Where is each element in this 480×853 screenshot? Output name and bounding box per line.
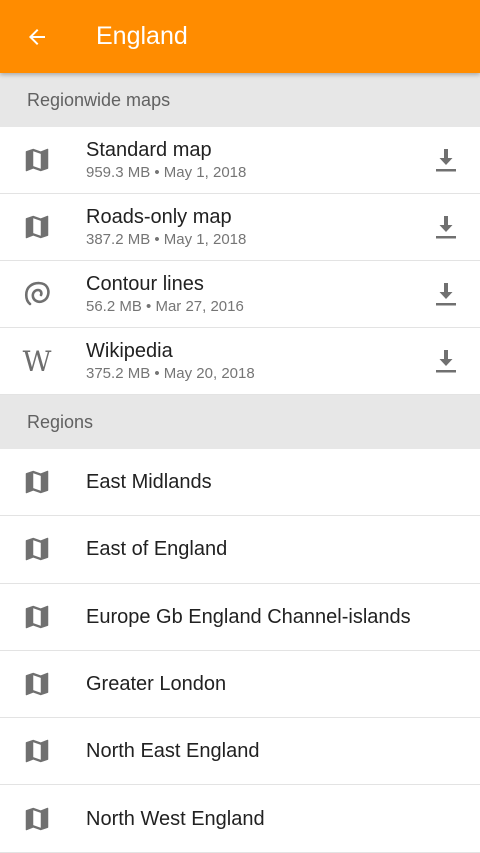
app-bar: England xyxy=(0,0,480,73)
page-title: England xyxy=(96,22,188,50)
region-item-east-midlands[interactable]: East Midlands xyxy=(0,449,480,517)
download-button[interactable] xyxy=(412,261,480,327)
item-title: North West England xyxy=(86,807,265,830)
map-icon xyxy=(0,785,74,851)
content-list: Regionwide maps Standard map 959.3 MB • … xyxy=(0,73,480,853)
contour-icon xyxy=(0,261,74,327)
region-item-greater-london[interactable]: Greater London xyxy=(0,650,480,719)
download-icon xyxy=(436,149,456,172)
map-icon xyxy=(0,651,74,717)
arrow-left-icon xyxy=(28,28,45,45)
item-title: Wikipedia xyxy=(86,339,173,362)
item-subtitle: 387.2 MB • May 1, 2018 xyxy=(86,230,247,248)
map-icon xyxy=(0,718,74,784)
item-title: Greater London xyxy=(86,673,227,696)
map-icon xyxy=(0,127,74,193)
wikipedia-icon: W xyxy=(22,344,52,378)
section-header-regions: Regions xyxy=(0,395,480,449)
map-icon xyxy=(0,584,74,650)
region-item-north-east-england[interactable]: North East England xyxy=(0,718,480,786)
list-item-contour-lines[interactable]: Contour lines 56.2 MB • Mar 27, 2016 xyxy=(0,261,480,328)
download-button[interactable] xyxy=(412,194,480,260)
item-subtitle: 959.3 MB • May 1, 2018 xyxy=(86,163,247,181)
back-button[interactable] xyxy=(0,0,74,73)
map-icon xyxy=(0,194,74,260)
item-title: East Midlands xyxy=(86,471,212,494)
item-subtitle: 56.2 MB • Mar 27, 2016 xyxy=(86,297,244,315)
region-item-channel-islands[interactable]: Europe Gb England Channel-islands xyxy=(0,583,480,651)
map-icon xyxy=(0,516,74,582)
download-button[interactable] xyxy=(412,328,480,394)
item-title: North East England xyxy=(86,740,260,763)
item-title: Contour lines xyxy=(86,272,204,295)
region-item-east-of-england[interactable]: East of England xyxy=(0,516,480,584)
download-icon xyxy=(436,216,456,239)
item-subtitle: 375.2 MB • May 20, 2018 xyxy=(86,364,255,382)
download-icon xyxy=(436,283,456,306)
region-item-north-west-england[interactable]: North West England xyxy=(0,785,480,853)
download-icon xyxy=(436,350,456,373)
item-title: Europe Gb England Channel-islands xyxy=(86,605,411,628)
list-item-wikipedia[interactable]: W Wikipedia 375.2 MB • May 20, 2018 xyxy=(0,328,480,395)
item-title: East of England xyxy=(86,538,228,561)
download-button[interactable] xyxy=(412,127,480,193)
item-title: Standard map xyxy=(86,138,212,161)
list-item-standard-map[interactable]: Standard map 959.3 MB • May 1, 2018 xyxy=(0,127,480,194)
map-icon xyxy=(0,449,74,515)
section-header-regionwide: Regionwide maps xyxy=(0,73,480,127)
item-title: Roads-only map xyxy=(86,205,232,228)
list-item-roads-only-map[interactable]: Roads-only map 387.2 MB • May 1, 2018 xyxy=(0,194,480,261)
